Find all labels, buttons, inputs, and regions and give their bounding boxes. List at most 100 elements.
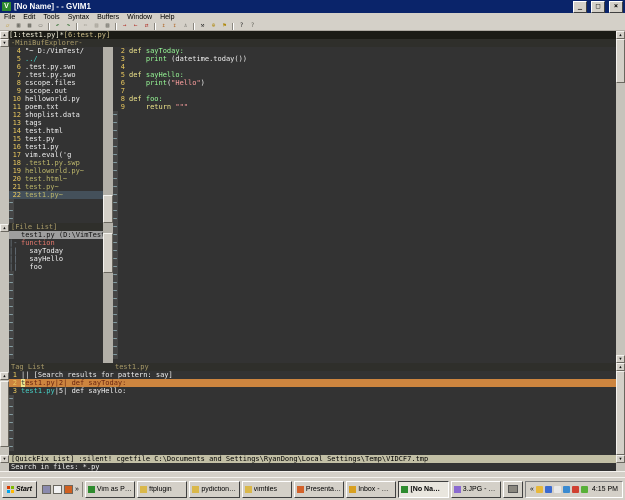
explorer-row[interactable]: 22test1.py~ bbox=[9, 191, 103, 199]
middle-scrollbar[interactable] bbox=[103, 47, 113, 363]
tray-icon[interactable] bbox=[563, 486, 570, 493]
explorer-row[interactable]: 5../ bbox=[9, 55, 103, 63]
scroll-up-icon[interactable]: ▲ bbox=[0, 31, 9, 39]
paste-button[interactable]: ▨ bbox=[102, 22, 113, 30]
scroll-down-icon[interactable]: ▼ bbox=[616, 355, 625, 363]
help-button[interactable]: ? bbox=[236, 22, 247, 30]
task-button[interactable]: vimfiles bbox=[242, 481, 292, 498]
quicklaunch-item-2-icon[interactable] bbox=[53, 485, 62, 494]
explorer-row[interactable]: 21test.py~ bbox=[9, 183, 103, 191]
replace-button[interactable]: ⇄ bbox=[141, 22, 152, 30]
explorer-row[interactable]: 12shoplist.data bbox=[9, 111, 103, 119]
find-next-button[interactable]: → bbox=[119, 22, 130, 30]
explorer-row[interactable]: 6.test.py.swn bbox=[9, 63, 103, 71]
load-session-button[interactable]: ↥ bbox=[158, 22, 169, 30]
command-line[interactable]: Search in files: *.py bbox=[9, 463, 616, 471]
task-button[interactable]: [No Name] - ... bbox=[398, 481, 448, 498]
tilde-marker: ~ bbox=[113, 127, 118, 135]
task-button[interactable]: Inbox - Micros... bbox=[346, 481, 396, 498]
explorer-row[interactable]: 11poem.txt bbox=[9, 103, 103, 111]
minimize-button[interactable]: _ bbox=[573, 1, 587, 13]
right-scrollbar[interactable]: ▲ ▼ ▲ ▼ bbox=[616, 31, 625, 471]
build-tags-button[interactable]: ⊕ bbox=[208, 22, 219, 30]
code-pane[interactable]: 2def sayToday:3 print (datetime.today())… bbox=[113, 47, 616, 111]
taglist-row[interactable]: |-function bbox=[9, 239, 103, 247]
tray-icon[interactable] bbox=[545, 486, 552, 493]
task-button[interactable]: Vim as Python ... bbox=[85, 481, 135, 498]
explorer-row[interactable]: 7.test.py.swo bbox=[9, 71, 103, 79]
quicklaunch-chevron-icon[interactable]: » bbox=[75, 486, 79, 493]
scroll-up-icon[interactable]: ▲ bbox=[0, 372, 9, 380]
tray-clock[interactable]: 4:15 PM bbox=[592, 486, 618, 493]
scroll-down-icon[interactable]: ▼ bbox=[0, 39, 9, 47]
open-button[interactable]: ▱ bbox=[2, 22, 13, 30]
explorer-row[interactable]: 18.test1.py.swp bbox=[9, 159, 103, 167]
restore-button[interactable]: □ bbox=[591, 1, 605, 13]
scroll-down-icon[interactable]: ▼ bbox=[0, 455, 9, 463]
printer-button[interactable] bbox=[503, 481, 523, 498]
run-script-button[interactable]: ♙ bbox=[180, 22, 191, 30]
menu-tools[interactable]: Tools bbox=[39, 14, 63, 21]
menu-file[interactable]: File bbox=[0, 14, 19, 21]
explorer-row[interactable]: 10helloworld.py bbox=[9, 95, 103, 103]
taglist-row[interactable]: || foo bbox=[9, 263, 103, 271]
start-button[interactable]: Start bbox=[2, 481, 37, 498]
save-all-button[interactable]: ▩ bbox=[24, 22, 35, 30]
tray-icon[interactable] bbox=[554, 486, 561, 493]
scrollbar-thumb[interactable] bbox=[103, 195, 113, 223]
redo-button[interactable]: ↷ bbox=[63, 22, 74, 30]
buffer-tab-test1[interactable]: [1:test1.py]* bbox=[9, 31, 64, 39]
print-button[interactable]: ▭ bbox=[35, 22, 46, 30]
find-help-button[interactable]: ? bbox=[247, 22, 258, 30]
title-bar[interactable]: V [No Name] - - GVIM1 _ □ × bbox=[0, 0, 625, 13]
scroll-down-icon[interactable]: ▼ bbox=[616, 455, 625, 463]
menu-edit[interactable]: Edit bbox=[19, 14, 39, 21]
save-button[interactable]: ▦ bbox=[13, 22, 24, 30]
scroll-up-icon[interactable]: ▲ bbox=[616, 363, 625, 371]
quicklaunch-item-1-icon[interactable] bbox=[42, 485, 51, 494]
task-button[interactable]: 3.JPG - Paint bbox=[451, 481, 501, 498]
scrollbar-thumb[interactable] bbox=[0, 381, 9, 447]
scrollbar-thumb[interactable] bbox=[616, 371, 625, 455]
explorer-row[interactable]: 16test1.py bbox=[9, 143, 103, 151]
save-session-button[interactable]: ↧ bbox=[169, 22, 180, 30]
quicklaunch-item-3-icon[interactable] bbox=[64, 485, 73, 494]
scrollbar-thumb[interactable] bbox=[616, 39, 625, 83]
scrollbar-thumb[interactable] bbox=[103, 233, 113, 273]
explorer-row[interactable]: 13tags bbox=[9, 119, 103, 127]
scroll-up-icon[interactable]: ▲ bbox=[616, 31, 625, 39]
left-scrollbar[interactable]: ▲ ▼ ▲ ▲ ▼ bbox=[0, 31, 9, 471]
make-button[interactable]: ⚒ bbox=[197, 22, 208, 30]
close-button[interactable]: × bbox=[609, 1, 623, 13]
undo-button[interactable]: ↶ bbox=[52, 22, 63, 30]
tray-chevron-icon[interactable]: « bbox=[530, 486, 534, 493]
quickfix-row[interactable]: 2test1.py|2| def sayToday: bbox=[9, 379, 616, 387]
menu-syntax[interactable]: Syntax bbox=[64, 14, 93, 21]
tray-icon[interactable] bbox=[536, 486, 543, 493]
tray-icon[interactable] bbox=[581, 486, 588, 493]
menu-window[interactable]: Window bbox=[123, 14, 156, 21]
task-button[interactable]: ftplugin bbox=[137, 481, 187, 498]
explorer-row[interactable]: 19helloworld.py~ bbox=[9, 167, 103, 175]
explorer-row[interactable]: 8cscope.files bbox=[9, 79, 103, 87]
menu-buffers[interactable]: Buffers bbox=[93, 14, 123, 21]
task-button[interactable]: Presentation - ... bbox=[294, 481, 344, 498]
explorer-row[interactable]: 4"~ D:/VimTest/ bbox=[9, 47, 103, 55]
quickfix-row[interactable]: 3test1.py|5| def sayHello: bbox=[9, 387, 616, 395]
tag-jump-button[interactable]: ⚑ bbox=[219, 22, 230, 30]
explorer-row[interactable]: 14test.html bbox=[9, 127, 103, 135]
quickfix-row[interactable]: 1|| [Search results for pattern: say] bbox=[9, 371, 616, 379]
task-button[interactable]: pydiction-1.2 bbox=[189, 481, 239, 498]
taglist-row[interactable]: || sayHello bbox=[9, 255, 103, 263]
explorer-row[interactable]: 20test.html~ bbox=[9, 175, 103, 183]
explorer-row[interactable]: 15test.py bbox=[9, 135, 103, 143]
tray-icon[interactable] bbox=[572, 486, 579, 493]
taglist-row[interactable]: test1.py (D:\VimTest) bbox=[9, 231, 103, 239]
scroll-up-icon[interactable]: ▲ bbox=[0, 224, 9, 232]
menu-help[interactable]: Help bbox=[156, 14, 178, 21]
explorer-row[interactable]: 9cscope.out bbox=[9, 87, 103, 95]
find-prev-button[interactable]: ← bbox=[130, 22, 141, 30]
buffer-tab-test[interactable]: [6:test.py] bbox=[64, 31, 110, 39]
explorer-row[interactable]: 17vim.eval('g bbox=[9, 151, 103, 159]
taglist-row[interactable]: || sayToday bbox=[9, 247, 103, 255]
